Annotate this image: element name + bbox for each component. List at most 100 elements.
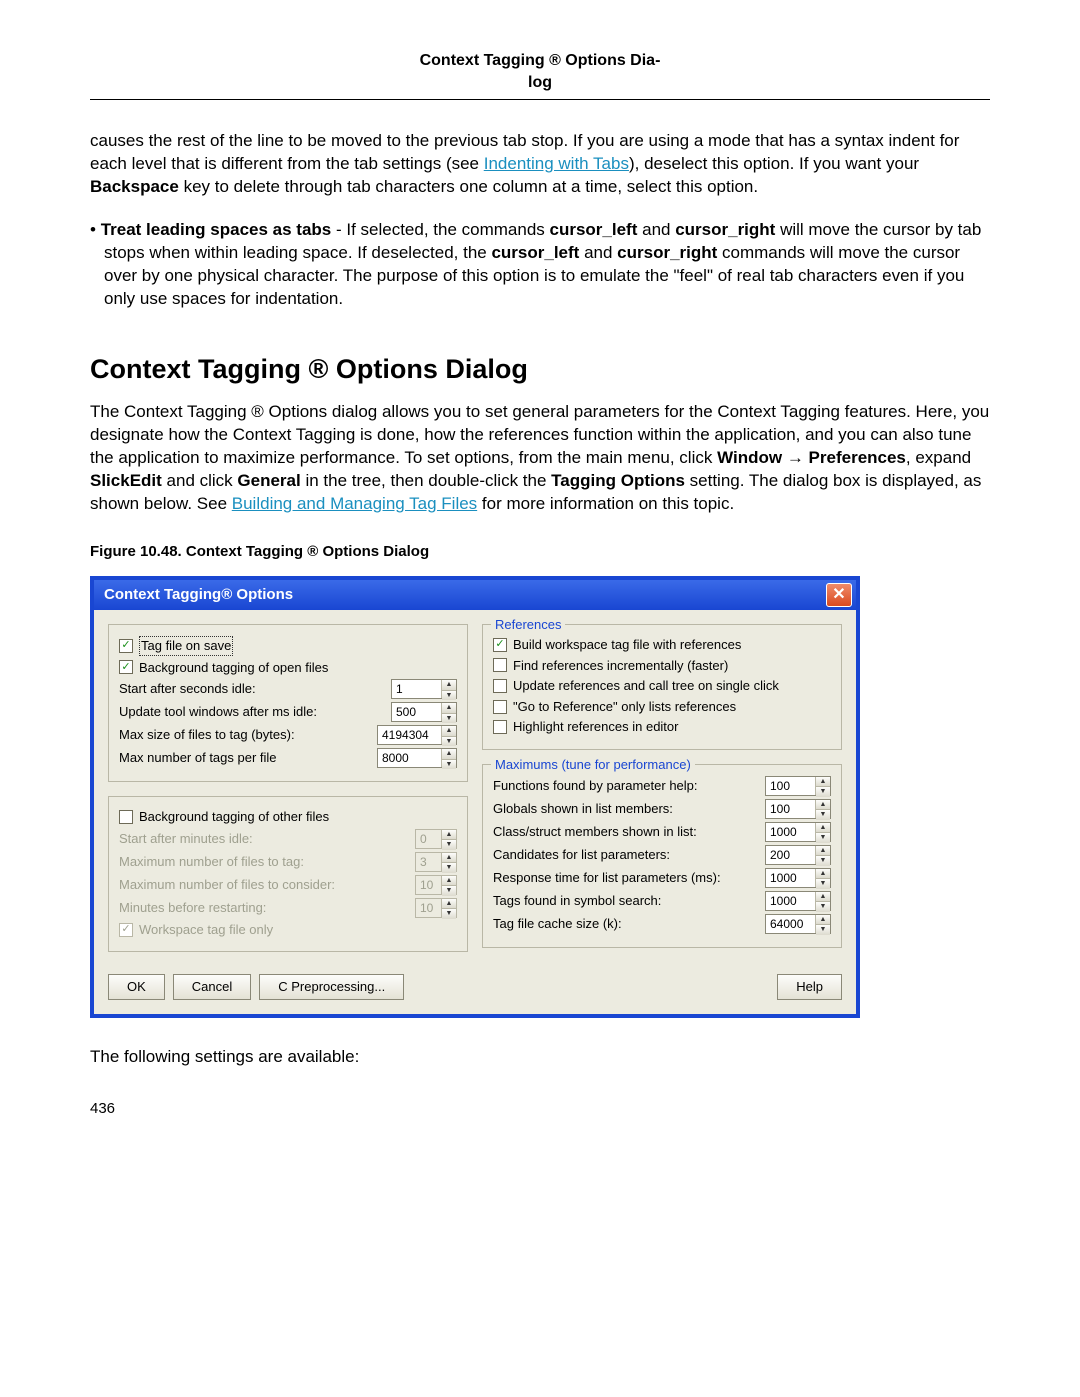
spinner-candidates-list-params[interactable]: 200 ▲▼ [765,845,831,865]
label-bg-open-files: Background tagging of open files [139,659,328,677]
spinner-tag-cache-size[interactable]: 64000 ▲▼ [765,914,831,934]
spin-up-icon[interactable]: ▲ [816,800,830,809]
checkbox-bg-open-files[interactable]: ✓ [119,660,133,674]
panel-tagging-other: Background tagging of other files Start … [108,796,468,952]
spinner-response-time-ms[interactable]: 1000 ▲▼ [765,868,831,888]
page-header-line2: log [90,72,990,94]
cancel-button[interactable]: Cancel [173,974,251,1000]
panel-tagging-open: ✓ Tag file on save ✓ Background tagging … [108,624,468,782]
label-minutes-restart: Minutes before restarting: [119,899,415,917]
panel-references: References ✓ Build workspace tag file wi… [482,624,842,750]
spinner-minutes-restart: 10 ▲▼ [415,898,457,918]
spin-up-icon[interactable]: ▲ [816,777,830,786]
spin-down-icon: ▼ [442,908,456,918]
figure-caption: Figure 10.48. Context Tagging ® Options … [90,542,990,562]
help-button[interactable]: Help [777,974,842,1000]
checkbox-bg-other-files[interactable] [119,810,133,824]
spinner-update-ms-idle[interactable]: 500 ▲▼ [391,702,457,722]
page-number: 436 [90,1099,990,1119]
spin-down-icon[interactable]: ▼ [816,924,830,934]
header-rule [90,99,990,100]
label-find-refs-incrementally: Find references incrementally (faster) [513,657,728,675]
label-update-ms-idle: Update tool windows after ms idle: [119,703,391,721]
spin-up-icon[interactable]: ▲ [816,823,830,832]
spin-down-icon[interactable]: ▼ [816,786,830,796]
right-column: References ✓ Build workspace tag file wi… [482,624,842,952]
spin-up-icon[interactable]: ▲ [816,915,830,924]
spin-up-icon: ▲ [442,853,456,862]
bullet-treat-leading-spaces: Treat leading spaces as tabs - If select… [104,219,990,311]
checkbox-build-workspace-refs[interactable]: ✓ [493,638,507,652]
spin-down-icon[interactable]: ▼ [816,809,830,819]
left-column: ✓ Tag file on save ✓ Background tagging … [108,624,468,952]
spin-up-icon[interactable]: ▲ [816,846,830,855]
label-start-minutes-idle: Start after minutes idle: [119,830,415,848]
link-building-tag-files[interactable]: Building and Managing Tag Files [232,494,477,513]
spin-down-icon[interactable]: ▼ [442,759,456,769]
label-max-files-to-tag: Maximum number of files to tag: [119,853,415,871]
spin-up-icon: ▲ [442,899,456,908]
checkbox-update-on-single-click[interactable] [493,679,507,693]
label-workspace-only: Workspace tag file only [139,921,273,939]
panel-title-maximums: Maximums (tune for performance) [491,756,695,774]
c-preprocessing-button[interactable]: C Preprocessing... [259,974,404,1000]
dialog-context-tagging-options: Context Tagging® Options ✕ ✓ Tag file on… [90,576,860,1018]
bullet-list: Treat leading spaces as tabs - If select… [90,219,990,311]
label-class-members-list: Class/struct members shown in list: [493,823,765,841]
label-start-seconds-idle: Start after seconds idle: [119,680,391,698]
checkbox-highlight-refs[interactable] [493,720,507,734]
spinner-class-members-list[interactable]: 1000 ▲▼ [765,822,831,842]
ok-button[interactable]: OK [108,974,165,1000]
spin-down-icon: ▼ [442,839,456,849]
label-tags-symbol-search: Tags found in symbol search: [493,892,765,910]
label-functions-param-help: Functions found by parameter help: [493,777,765,795]
spin-down-icon[interactable]: ▼ [442,713,456,723]
label-update-on-single-click: Update references and call tree on singl… [513,677,779,695]
spin-down-icon[interactable]: ▼ [816,832,830,842]
spinner-functions-param-help[interactable]: 100 ▲▼ [765,776,831,796]
panel-maximums: Maximums (tune for performance) Function… [482,764,842,948]
spinner-tags-symbol-search[interactable]: 1000 ▲▼ [765,891,831,911]
label-tag-cache-size: Tag file cache size (k): [493,915,765,933]
link-indenting-with-tabs[interactable]: Indenting with Tabs [484,154,629,173]
spinner-max-size-bytes[interactable]: 4194304 ▲▼ [377,725,457,745]
para-backspace: causes the rest of the line to be moved … [90,130,990,199]
spin-up-icon[interactable]: ▲ [442,749,456,758]
section-title: Context Tagging ® Options Dialog [90,351,990,387]
spin-up-icon[interactable]: ▲ [442,726,456,735]
label-globals-list-members: Globals shown in list members: [493,800,765,818]
close-button[interactable]: ✕ [826,583,852,607]
checkbox-tag-on-save[interactable]: ✓ [119,639,133,653]
spin-down-icon[interactable]: ▼ [816,855,830,865]
label-max-tags-per-file: Max number of tags per file [119,749,377,767]
label-max-size-bytes: Max size of files to tag (bytes): [119,726,377,744]
spin-up-icon[interactable]: ▲ [816,892,830,901]
spin-down-icon[interactable]: ▼ [442,690,456,700]
spin-down-icon[interactable]: ▼ [442,736,456,746]
spin-up-icon[interactable]: ▲ [442,703,456,712]
label-goto-only-lists-refs: "Go to Reference" only lists references [513,698,736,716]
spin-up-icon[interactable]: ▲ [816,869,830,878]
spin-up-icon: ▲ [442,876,456,885]
spinner-start-minutes-idle: 0 ▲▼ [415,829,457,849]
spinner-globals-list-members[interactable]: 100 ▲▼ [765,799,831,819]
label-build-workspace-refs: Build workspace tag file with references [513,636,741,654]
label-max-files-consider: Maximum number of files to consider: [119,876,415,894]
panel-title-references: References [491,616,565,634]
spin-down-icon: ▼ [442,862,456,872]
spin-up-icon[interactable]: ▲ [442,680,456,689]
spinner-max-files-to-tag: 3 ▲▼ [415,852,457,872]
spinner-start-seconds-idle[interactable]: 1 ▲▼ [391,679,457,699]
spin-down-icon[interactable]: ▼ [816,901,830,911]
close-icon: ✕ [832,584,845,606]
label-response-time-ms: Response time for list parameters (ms): [493,869,765,887]
spinner-max-files-consider: 10 ▲▼ [415,875,457,895]
checkbox-find-refs-incrementally[interactable] [493,658,507,672]
dialog-button-row: OK Cancel C Preprocessing... Help [94,966,856,1014]
spinner-max-tags-per-file[interactable]: 8000 ▲▼ [377,748,457,768]
label-tag-on-save: Tag file on save [139,636,233,656]
dialog-titlebar: Context Tagging® Options ✕ [94,580,856,610]
dialog-title: Context Tagging® Options [104,585,293,605]
checkbox-goto-only-lists-refs[interactable] [493,700,507,714]
spin-down-icon[interactable]: ▼ [816,878,830,888]
